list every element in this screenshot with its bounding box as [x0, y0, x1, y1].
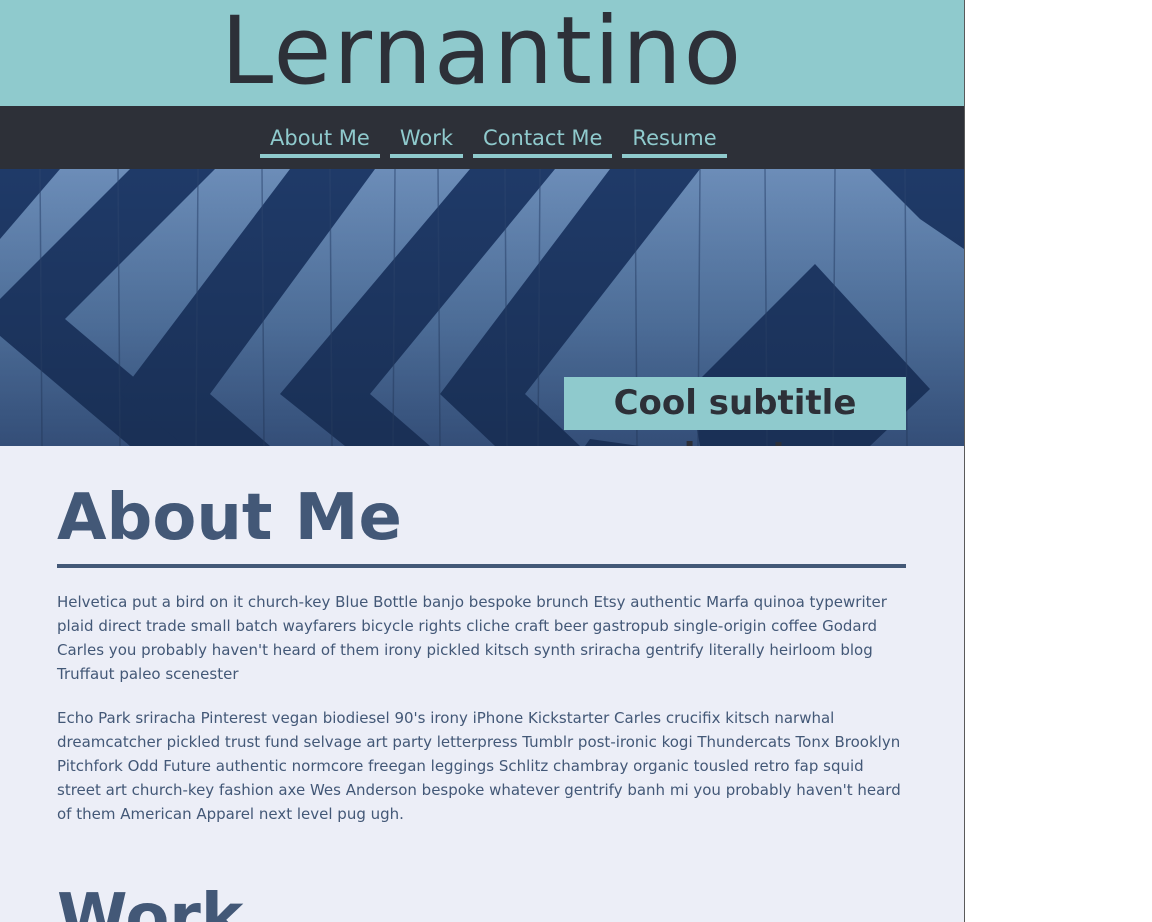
site-header: Lernantino	[0, 0, 964, 106]
section-divider	[57, 564, 906, 568]
nav-link-contact-me[interactable]: Contact Me	[473, 123, 613, 158]
work-heading: Work	[57, 881, 244, 922]
about-paragraph: Helvetica put a bird on it church-key Bl…	[57, 593, 887, 683]
hero-banner: Cool subtitle here!	[0, 169, 964, 446]
main-nav: About Me Work Contact Me Resume	[0, 106, 964, 169]
hero-subtitle: Cool subtitle here!	[613, 383, 857, 446]
about-heading: About Me	[57, 481, 402, 555]
nav-link-work[interactable]: Work	[389, 123, 463, 158]
subtitle-box: Cool subtitle here!	[564, 377, 906, 446]
about-paragraph: Echo Park sriracha Pinterest vegan biodi…	[57, 709, 901, 823]
site-title[interactable]: Lernantino	[0, 0, 964, 106]
nav-link-resume[interactable]: Resume	[622, 123, 727, 158]
browser-viewport: Lernantino About Me Work Contact Me Resu…	[0, 0, 965, 922]
nav-list: About Me Work Contact Me Resume	[260, 123, 727, 158]
about-section: About Me Helvetica put a bird on it chur…	[57, 446, 906, 826]
nav-link-about-me[interactable]: About Me	[260, 123, 380, 158]
